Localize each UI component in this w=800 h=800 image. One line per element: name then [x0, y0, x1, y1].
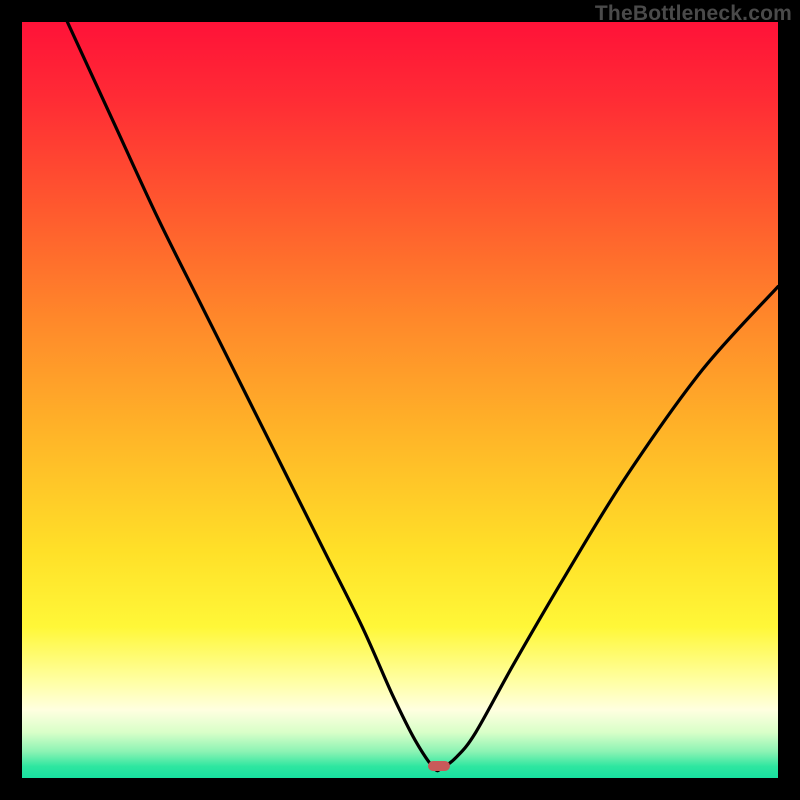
chart-frame: TheBottleneck.com — [0, 0, 800, 800]
bottleneck-curve — [22, 22, 778, 778]
bottleneck-min-marker — [428, 761, 450, 771]
plot-area — [22, 22, 778, 778]
watermark-text: TheBottleneck.com — [595, 2, 792, 26]
